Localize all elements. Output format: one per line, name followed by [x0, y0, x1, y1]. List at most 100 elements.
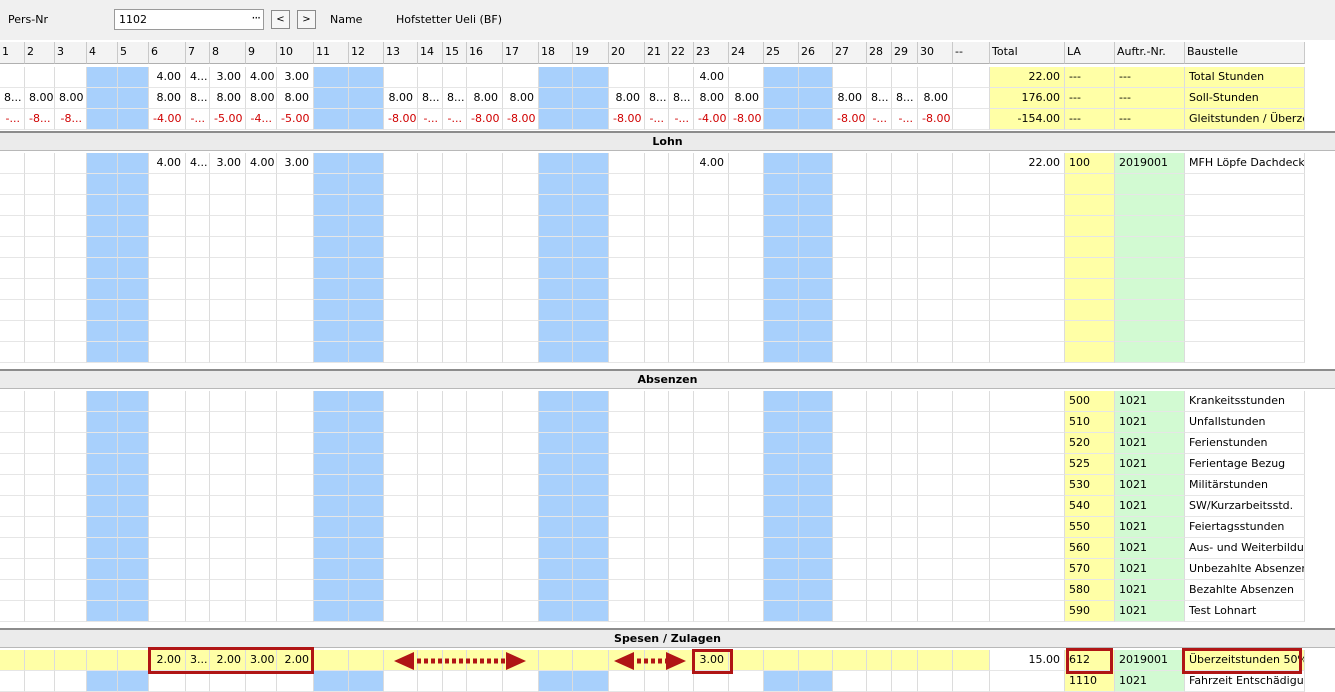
grid-cell[interactable]: [918, 342, 953, 363]
grid-cell[interactable]: [87, 279, 118, 300]
grid-cell[interactable]: [645, 454, 669, 475]
grid-cell[interactable]: [314, 258, 349, 279]
grid-cell[interactable]: [443, 174, 467, 195]
grid-cell[interactable]: [503, 279, 539, 300]
grid-cell[interactable]: [573, 538, 609, 559]
grid-cell[interactable]: [467, 580, 503, 601]
auftr-cell[interactable]: 1021: [1115, 496, 1185, 517]
grid-cell[interactable]: [609, 195, 645, 216]
day-cell[interactable]: -...: [867, 109, 892, 130]
grid-cell[interactable]: [314, 538, 349, 559]
grid-cell[interactable]: [186, 391, 210, 412]
grid-cell[interactable]: [118, 559, 149, 580]
grid-cell[interactable]: [467, 412, 503, 433]
grid-cell[interactable]: [349, 559, 384, 580]
grid-cell[interactable]: [953, 174, 990, 195]
grid-cell[interactable]: [384, 538, 418, 559]
grid-cell[interactable]: [729, 342, 764, 363]
grid-cell[interactable]: [918, 195, 953, 216]
grid-cell[interactable]: [729, 650, 764, 671]
grid-cell[interactable]: [25, 391, 55, 412]
grid-cell[interactable]: [764, 412, 799, 433]
grid-cell[interactable]: [799, 300, 833, 321]
grid-cell[interactable]: [118, 321, 149, 342]
grid-cell[interactable]: [186, 580, 210, 601]
grid-cell[interactable]: [55, 671, 87, 692]
grid-cell[interactable]: [918, 321, 953, 342]
grid-cell[interactable]: [210, 300, 246, 321]
day-cell[interactable]: 8.00: [729, 88, 764, 109]
grid-cell[interactable]: [867, 279, 892, 300]
grid-cell[interactable]: [467, 454, 503, 475]
auftr-cell[interactable]: 1021: [1115, 517, 1185, 538]
grid-cell[interactable]: [87, 412, 118, 433]
day-cell[interactable]: 8.00: [210, 88, 246, 109]
grid-cell[interactable]: [0, 412, 25, 433]
auftr-cell[interactable]: 1021: [1115, 433, 1185, 454]
grid-cell[interactable]: [384, 496, 418, 517]
grid-cell[interactable]: [443, 496, 467, 517]
day-cell[interactable]: 4.00: [694, 153, 729, 174]
grid-cell[interactable]: [55, 559, 87, 580]
grid-cell[interactable]: [186, 258, 210, 279]
day-cell[interactable]: -4...: [246, 109, 277, 130]
grid-cell[interactable]: [503, 391, 539, 412]
grid-cell[interactable]: [384, 391, 418, 412]
auftr-cell[interactable]: ---: [1115, 88, 1185, 109]
lookup-ellipsis-icon[interactable]: ···: [252, 11, 262, 25]
grid-cell[interactable]: [669, 475, 694, 496]
grid-cell[interactable]: [503, 342, 539, 363]
grid-cell[interactable]: [443, 67, 467, 88]
grid-cell[interactable]: [314, 496, 349, 517]
grid-cell[interactable]: [990, 174, 1065, 195]
grid-cell[interactable]: [609, 342, 645, 363]
grid-cell[interactable]: [669, 258, 694, 279]
grid-cell[interactable]: [645, 671, 669, 692]
day-cell[interactable]: 8.00: [149, 88, 186, 109]
grid-cell[interactable]: [669, 580, 694, 601]
grid-cell[interactable]: [609, 671, 645, 692]
auftr-cell[interactable]: 1021: [1115, 538, 1185, 559]
grid-cell[interactable]: [833, 342, 867, 363]
grid-cell[interactable]: [694, 538, 729, 559]
grid-cell[interactable]: [645, 433, 669, 454]
grid-cell[interactable]: [246, 237, 277, 258]
grid-cell[interactable]: [892, 300, 918, 321]
grid-cell[interactable]: [384, 517, 418, 538]
grid-cell[interactable]: [277, 517, 314, 538]
grid-cell[interactable]: [277, 454, 314, 475]
grid-cell[interactable]: [87, 174, 118, 195]
grid-cell[interactable]: [210, 258, 246, 279]
grid-cell[interactable]: [0, 496, 25, 517]
grid-cell[interactable]: [118, 391, 149, 412]
grid-cell[interactable]: [25, 321, 55, 342]
grid-cell[interactable]: [314, 671, 349, 692]
grid-cell[interactable]: [210, 391, 246, 412]
baustelle-cell[interactable]: Krankeitsstunden: [1185, 391, 1305, 412]
grid-cell[interactable]: [210, 517, 246, 538]
la-cell[interactable]: 510: [1065, 412, 1115, 433]
grid-cell[interactable]: [467, 601, 503, 622]
grid-cell[interactable]: [246, 517, 277, 538]
grid-cell[interactable]: [418, 601, 443, 622]
grid-cell[interactable]: [918, 412, 953, 433]
grid-cell[interactable]: [443, 258, 467, 279]
grid-cell[interactable]: [149, 580, 186, 601]
grid-cell[interactable]: [149, 412, 186, 433]
grid-cell[interactable]: [314, 174, 349, 195]
grid-cell[interactable]: [25, 433, 55, 454]
grid-cell[interactable]: [0, 258, 25, 279]
grid-cell[interactable]: [246, 671, 277, 692]
total-cell[interactable]: [990, 671, 1065, 692]
baustelle-cell[interactable]: Total Stunden: [1185, 67, 1305, 88]
grid-cell[interactable]: [149, 216, 186, 237]
day-cell[interactable]: 8.00: [384, 88, 418, 109]
grid-cell[interactable]: [277, 433, 314, 454]
day-cell[interactable]: 8...: [669, 88, 694, 109]
grid-cell[interactable]: [118, 517, 149, 538]
grid-cell[interactable]: [277, 671, 314, 692]
grid-cell[interactable]: [87, 195, 118, 216]
grid-cell[interactable]: [118, 153, 149, 174]
grid-cell[interactable]: [539, 67, 573, 88]
grid-cell[interactable]: [669, 559, 694, 580]
